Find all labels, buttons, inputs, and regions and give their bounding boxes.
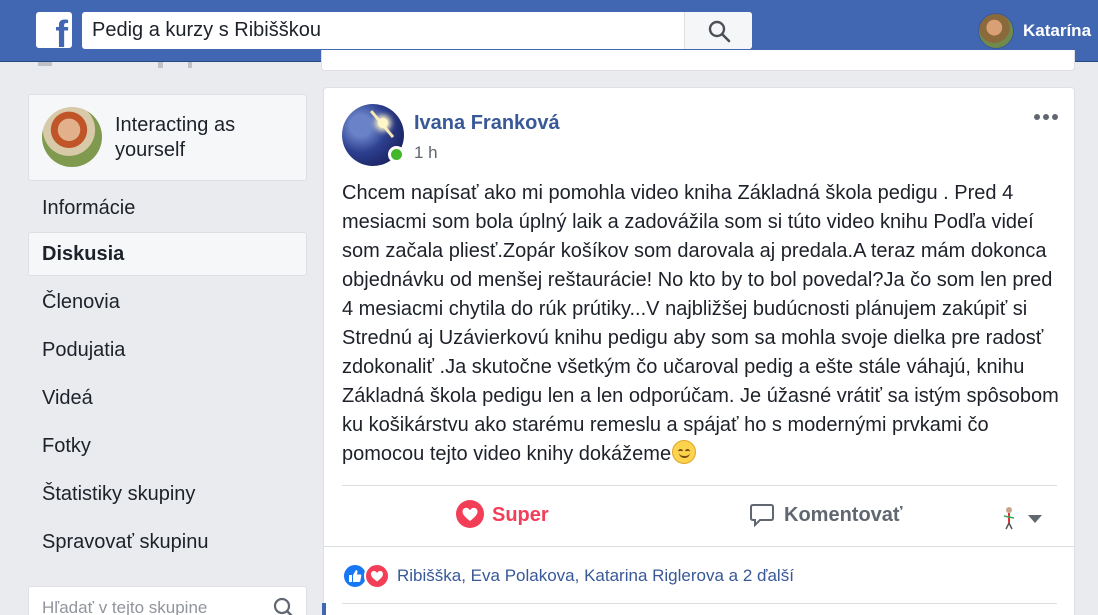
facebook-logo-icon[interactable]: f bbox=[36, 12, 72, 48]
sidebar-item-spravovat[interactable]: Spravovať skupinu bbox=[28, 520, 307, 564]
sidebar-item-diskusia[interactable]: Diskusia bbox=[28, 232, 307, 276]
previous-post-card bbox=[321, 50, 1075, 71]
group-search-input[interactable] bbox=[42, 595, 262, 615]
post-card: Ivana Franková 1 h Chcem napísať ako mi … bbox=[323, 87, 1075, 615]
avatar[interactable] bbox=[978, 13, 1014, 49]
group-search-box bbox=[28, 586, 307, 615]
group-sidebar: Interacting as yourself Informácie Disku… bbox=[28, 62, 307, 615]
love-reaction-icon bbox=[364, 563, 390, 589]
search-icon bbox=[708, 20, 731, 43]
chevron-down-icon bbox=[1028, 515, 1042, 523]
love-reaction-label: Super bbox=[492, 504, 549, 526]
sidebar-item-videa[interactable]: Videá bbox=[28, 376, 307, 420]
post-timestamp[interactable]: 1 h bbox=[414, 143, 438, 163]
divider bbox=[324, 546, 1074, 547]
search-icon[interactable] bbox=[272, 596, 296, 615]
comment-label: Komentovať bbox=[784, 504, 903, 526]
divider bbox=[342, 485, 1057, 486]
composer-edge bbox=[322, 603, 326, 615]
sidebar-item-clenovia[interactable]: Členovia bbox=[28, 280, 307, 324]
interacting-as-box[interactable]: Interacting as yourself bbox=[28, 94, 307, 181]
search-button[interactable] bbox=[684, 12, 752, 49]
reaction-names[interactable]: Ribišška, Eva Polakova, Katarina Riglero… bbox=[397, 566, 794, 586]
avatar bbox=[42, 107, 102, 167]
post-body: Chcem napísať ako mi pomohla video kniha… bbox=[342, 179, 1062, 469]
sidebar-item-fotky[interactable]: Fotky bbox=[28, 424, 307, 468]
online-status-icon bbox=[388, 146, 405, 163]
sidebar-item-podujatia[interactable]: Podujatia bbox=[28, 328, 307, 372]
search-box bbox=[82, 12, 752, 49]
divider bbox=[342, 603, 1057, 604]
sidebar-item-informacie[interactable]: Informácie bbox=[28, 186, 307, 230]
interacting-as-label: Interacting as yourself bbox=[115, 114, 236, 161]
post-text: Chcem napísať ako mi pomohla video kniha… bbox=[342, 182, 1059, 465]
user-name[interactable]: Katarína bbox=[1023, 21, 1091, 41]
sidebar-item-statistiky[interactable]: Štatistiky skupiny bbox=[28, 472, 307, 516]
group-name-fragment bbox=[38, 62, 198, 68]
post-author[interactable]: Ivana Franková bbox=[414, 112, 560, 135]
choose-reaction-dropdown[interactable] bbox=[1000, 504, 1048, 532]
search-input[interactable] bbox=[92, 12, 682, 49]
comment-icon bbox=[750, 504, 774, 528]
heart-icon bbox=[456, 500, 484, 528]
avatar bbox=[1003, 507, 1015, 530]
smiling-face-emoji-icon bbox=[672, 440, 697, 464]
more-options-icon[interactable] bbox=[1034, 114, 1060, 122]
